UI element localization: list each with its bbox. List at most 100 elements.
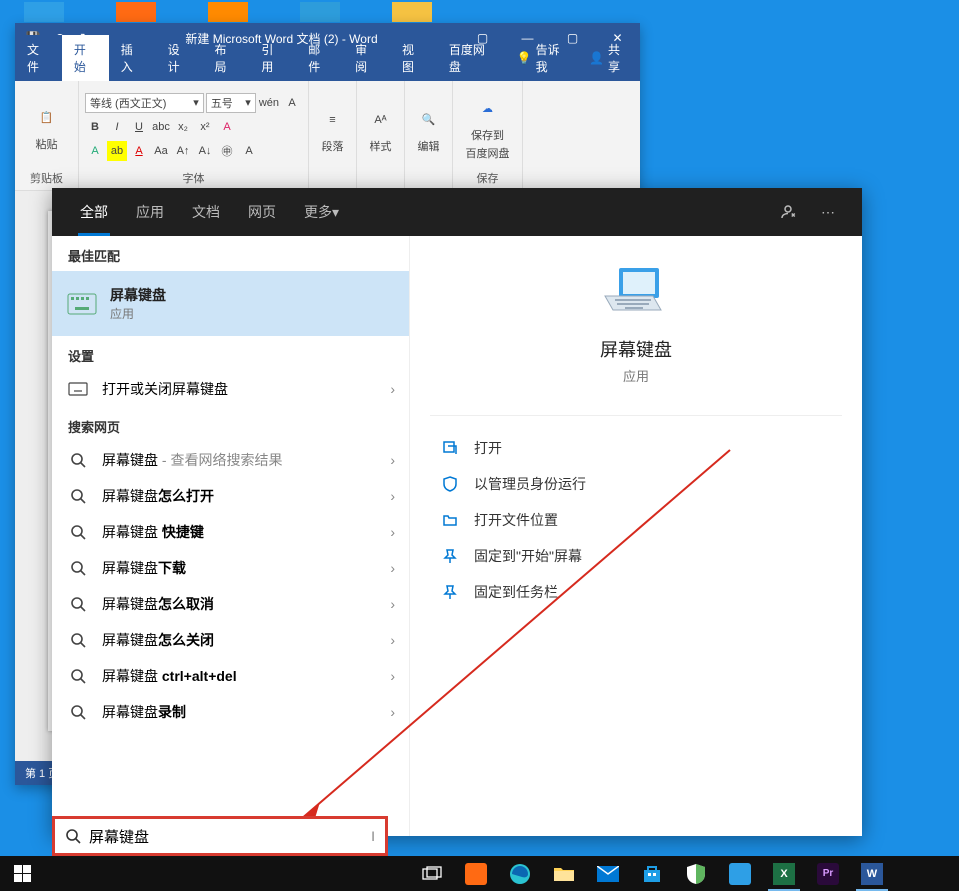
search-tab-all[interactable]: 全部 bbox=[66, 188, 122, 236]
chevron-right-icon: › bbox=[390, 632, 395, 648]
enclosed-char-button[interactable]: ㊥ bbox=[217, 141, 237, 161]
result-web-5[interactable]: 屏幕键盘怎么关闭› bbox=[52, 622, 409, 658]
paragraph-icon: ≡ bbox=[317, 104, 349, 136]
tb-app-security[interactable] bbox=[674, 856, 718, 891]
action-pin-start[interactable]: 固定到"开始"屏幕 bbox=[430, 538, 842, 574]
result-subtitle: 应用 bbox=[110, 305, 395, 322]
result-web-4[interactable]: 屏幕键盘怎么取消› bbox=[52, 586, 409, 622]
result-title: 屏幕键盘 bbox=[110, 285, 395, 305]
word-tabs: 文件 开始 插入 设计 布局 引用 邮件 审阅 视图 百度网盘 💡 告诉我 👤 … bbox=[15, 53, 640, 81]
tab-baidu[interactable]: 百度网盘 bbox=[437, 35, 507, 81]
phonetic-guide-icon[interactable]: wén bbox=[258, 93, 280, 113]
chevron-right-icon: › bbox=[390, 560, 395, 576]
result-web-3[interactable]: 屏幕键盘下载› bbox=[52, 550, 409, 586]
tb-app-kingsoft[interactable] bbox=[454, 856, 498, 891]
superscript-button[interactable]: x² bbox=[195, 117, 215, 137]
result-web-7[interactable]: 屏幕键盘录制› bbox=[52, 694, 409, 730]
tb-app-excel[interactable]: X bbox=[762, 856, 806, 891]
tb-app-store[interactable] bbox=[630, 856, 674, 891]
baidu-save-button[interactable]: ☁保存到百度网盘 bbox=[462, 89, 514, 165]
chevron-right-icon: › bbox=[390, 524, 395, 540]
start-button[interactable] bbox=[0, 856, 44, 891]
chevron-right-icon: › bbox=[390, 452, 395, 468]
search-tab-web[interactable]: 网页 bbox=[234, 188, 290, 236]
clipboard-icon: 📋 bbox=[31, 102, 63, 134]
result-web-2[interactable]: 屏幕键盘 快捷键› bbox=[52, 514, 409, 550]
subscript-button[interactable]: x₂ bbox=[173, 117, 193, 137]
clear-format-icon[interactable]: A bbox=[217, 117, 237, 137]
underline-button[interactable]: U bbox=[129, 117, 149, 137]
italic-button[interactable]: I bbox=[107, 117, 127, 137]
result-best-match[interactable]: 屏幕键盘 应用 bbox=[52, 271, 409, 336]
action-open-location[interactable]: 打开文件位置 bbox=[430, 502, 842, 538]
more-options-icon[interactable]: ⋯ bbox=[808, 204, 848, 221]
pin-icon bbox=[440, 548, 460, 564]
char-border-icon[interactable]: A bbox=[282, 93, 302, 113]
result-web-6[interactable]: 屏幕键盘 ctrl+alt+del› bbox=[52, 658, 409, 694]
result-web-1[interactable]: 屏幕键盘怎么打开› bbox=[52, 478, 409, 514]
search-tab-more[interactable]: 更多 ▾ bbox=[290, 188, 353, 236]
paragraph-button[interactable]: ≡段落 bbox=[313, 100, 353, 158]
search-icon bbox=[66, 560, 90, 576]
tab-home[interactable]: 开始 bbox=[62, 35, 109, 81]
result-settings-osk[interactable]: 打开或关闭屏幕键盘 › bbox=[52, 371, 409, 407]
action-run-admin[interactable]: 以管理员身份运行 bbox=[430, 466, 842, 502]
action-pin-taskbar[interactable]: 固定到任务栏 bbox=[430, 574, 842, 610]
task-view-button[interactable] bbox=[410, 856, 454, 891]
styles-icon: Aᴬ bbox=[365, 104, 397, 136]
strike-button[interactable]: abc bbox=[151, 117, 171, 137]
find-icon: 🔍 bbox=[413, 104, 445, 136]
search-input[interactable] bbox=[89, 828, 363, 845]
text-effect-button[interactable]: A bbox=[85, 141, 105, 161]
search-icon bbox=[66, 704, 90, 720]
font-color-button[interactable]: A bbox=[129, 141, 149, 161]
bold-button[interactable]: B bbox=[85, 117, 105, 137]
char-shading-button[interactable]: Aa bbox=[151, 141, 171, 161]
shrink-font-button[interactable]: A↓ bbox=[195, 141, 215, 161]
grow-font-button[interactable]: A↑ bbox=[173, 141, 193, 161]
tab-insert[interactable]: 插入 bbox=[109, 35, 156, 81]
tell-me[interactable]: 💡 告诉我 bbox=[507, 35, 579, 81]
editing-button[interactable]: 🔍编辑 bbox=[409, 100, 449, 158]
font-size-select[interactable]: 五号▾ bbox=[206, 93, 256, 113]
tb-app-blue[interactable] bbox=[718, 856, 762, 891]
keyboard-app-icon bbox=[66, 293, 98, 315]
tab-layout[interactable]: 布局 bbox=[203, 35, 250, 81]
share-button[interactable]: 👤 共享 bbox=[579, 35, 640, 81]
tab-file[interactable]: 文件 bbox=[15, 35, 62, 81]
tb-app-mail[interactable] bbox=[586, 856, 630, 891]
divider bbox=[430, 415, 842, 416]
chevron-right-icon: › bbox=[390, 668, 395, 684]
chevron-right-icon: › bbox=[390, 488, 395, 504]
tab-references[interactable]: 引用 bbox=[249, 35, 296, 81]
clipboard-group-label: 剪贴板 bbox=[30, 168, 63, 186]
keyboard-setting-icon bbox=[66, 382, 90, 396]
highlight-button[interactable]: ab bbox=[107, 141, 127, 161]
font-name-select[interactable]: 等线 (西文正文)▾ bbox=[85, 93, 204, 113]
feedback-icon[interactable] bbox=[768, 203, 808, 221]
tab-review[interactable]: 审阅 bbox=[343, 35, 390, 81]
paste-button[interactable]: 📋 粘贴 bbox=[27, 98, 67, 156]
word-ribbon: 📋 粘贴 剪贴板 等线 (西文正文)▾ 五号▾ wén A B I U abc bbox=[15, 81, 640, 191]
styles-button[interactable]: Aᴬ样式 bbox=[361, 100, 401, 158]
tb-app-explorer[interactable] bbox=[542, 856, 586, 891]
search-tab-docs[interactable]: 文档 bbox=[178, 188, 234, 236]
search-tabs: 全部 应用 文档 网页 更多 ▾ ⋯ bbox=[52, 188, 862, 236]
search-tab-apps[interactable]: 应用 bbox=[122, 188, 178, 236]
pin-icon bbox=[440, 584, 460, 600]
result-web-0[interactable]: 屏幕键盘 - 查看网络搜索结果› bbox=[52, 442, 409, 478]
section-best-match: 最佳匹配 bbox=[52, 236, 409, 271]
tab-mail[interactable]: 邮件 bbox=[296, 35, 343, 81]
open-icon bbox=[440, 440, 460, 456]
tb-app-edge[interactable] bbox=[498, 856, 542, 891]
tab-view[interactable]: 视图 bbox=[390, 35, 437, 81]
tb-app-premiere[interactable]: Pr bbox=[806, 856, 850, 891]
desktop-icons bbox=[24, 2, 432, 22]
tb-app-word[interactable]: W bbox=[850, 856, 894, 891]
windows-search-panel: 全部 应用 文档 网页 更多 ▾ ⋯ 最佳匹配 屏幕键盘 应用 设置 bbox=[52, 188, 862, 836]
chevron-right-icon: › bbox=[390, 704, 395, 720]
action-open[interactable]: 打开 bbox=[430, 430, 842, 466]
tab-design[interactable]: 设计 bbox=[156, 35, 203, 81]
change-case-button[interactable]: A bbox=[239, 141, 259, 161]
taskbar-search-box[interactable]: I bbox=[52, 816, 388, 856]
